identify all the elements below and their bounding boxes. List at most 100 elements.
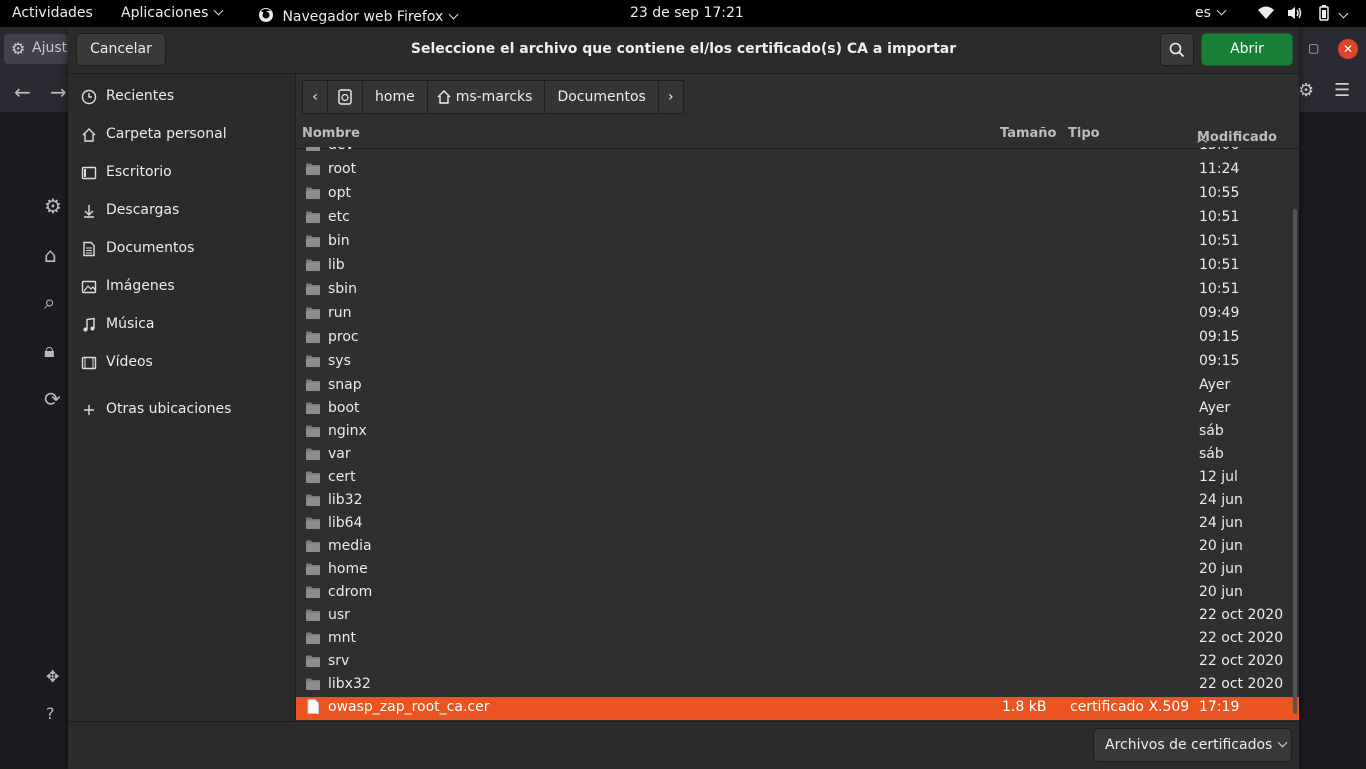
sidebar-item-recent[interactable]: Recientes — [68, 80, 295, 114]
folder-row[interactable]: lib32 24 jun — [296, 490, 1299, 513]
column-name[interactable]: Nombre — [302, 126, 360, 141]
dialog-header: Cancelar Seleccione el archivo que conti… — [68, 27, 1299, 74]
sidebar-item-label: Escritorio — [106, 164, 172, 180]
folder-row[interactable]: bin 10:51 — [296, 231, 1299, 254]
column-size[interactable]: Tamaño — [1000, 126, 1056, 141]
forward-arrow-icon[interactable]: → — [50, 80, 67, 104]
file-filter-label: Archivos de certificados — [1105, 737, 1273, 753]
file-modified: 13:06 — [1199, 147, 1239, 153]
file-row[interactable]: owasp_zap_root_ca.cer 1.8 kB certificado X… — [296, 697, 1299, 720]
folder-row[interactable]: etc 10:51 — [296, 207, 1299, 230]
column-type[interactable]: Tipo — [1068, 126, 1100, 141]
folder-row[interactable]: media 20 jun — [296, 536, 1299, 559]
path-scroll-right-button[interactable]: › — [657, 80, 684, 114]
search-icon — [1169, 42, 1185, 58]
folder-row[interactable]: var sáb — [296, 444, 1299, 467]
folder-row[interactable]: boot Ayer — [296, 398, 1299, 421]
settings-gear-icon[interactable]: ⚙ — [44, 194, 62, 218]
hamburger-menu-icon[interactable]: ☰ — [1334, 80, 1350, 101]
open-button[interactable]: Abrir — [1201, 33, 1293, 66]
desktop-icon — [81, 166, 97, 180]
activities-button[interactable]: Actividades — [12, 5, 93, 21]
home-nav-icon[interactable]: ⌂ — [44, 243, 57, 267]
folder-row[interactable]: run 09:49 — [296, 303, 1299, 326]
folder-row[interactable]: lib64 24 jun — [296, 513, 1299, 536]
path-root-button[interactable] — [327, 80, 363, 114]
file-name: mnt — [328, 630, 356, 646]
system-menu-chevron-icon[interactable] — [1338, 8, 1349, 24]
help-nav-icon[interactable]: ? — [46, 704, 55, 723]
lock-nav-icon[interactable]: 🔒︎ — [44, 338, 55, 362]
folder-icon — [306, 163, 320, 175]
folder-row[interactable]: srv 22 oct 2020 — [296, 651, 1299, 674]
extensions-nav-icon[interactable]: ✥ — [46, 667, 59, 686]
file-modified: 09:15 — [1199, 329, 1240, 345]
path-scroll-left-button[interactable]: ‹ — [302, 80, 328, 114]
file-modified: sáb — [1199, 446, 1224, 462]
folder-row[interactable]: nginx sáb — [296, 421, 1299, 444]
file-name: opt — [328, 185, 351, 201]
clock-icon — [81, 89, 97, 105]
path-segment-documents[interactable]: Documentos — [544, 80, 659, 114]
sidebar-item-videos[interactable]: Vídeos — [68, 346, 295, 380]
file-modified: Ayer — [1199, 377, 1231, 393]
sidebar-item-downloads[interactable]: Descargas — [68, 194, 295, 228]
clock[interactable]: 23 de sep 17:21 — [630, 5, 744, 21]
folder-row[interactable]: usr 22 oct 2020 — [296, 605, 1299, 628]
sidebar-item-label: Documentos — [106, 240, 195, 256]
folder-row[interactable]: snap Ayer — [296, 375, 1299, 398]
path-segment-user[interactable]: ms-marcks — [426, 80, 546, 114]
chevron-left-icon: ‹ — [312, 89, 318, 105]
folder-row[interactable]: libx32 22 oct 2020 — [296, 674, 1299, 697]
folder-row[interactable]: opt 10:55 — [296, 183, 1299, 206]
sidebar-item-music[interactable]: Música — [68, 308, 295, 342]
restore-icon[interactable]: ▢ — [1308, 41, 1319, 55]
sync-nav-icon[interactable]: ⟳ — [44, 387, 61, 411]
language-indicator[interactable]: es — [1195, 5, 1227, 21]
firefox-close-icon[interactable]: ✕ — [1338, 39, 1358, 59]
volume-icon[interactable] — [1287, 6, 1303, 24]
search-button[interactable] — [1160, 33, 1194, 66]
file-name: media — [328, 538, 372, 554]
folder-row[interactable]: home 20 jun — [296, 559, 1299, 582]
file-modified: 10:51 — [1199, 233, 1240, 249]
file-name: nginx — [328, 423, 367, 439]
applications-menu[interactable]: Aplicaciones — [121, 5, 224, 21]
sidebar-item-desktop[interactable]: Escritorio — [68, 156, 295, 190]
sidebar-item-pictures[interactable]: Imágenes — [68, 270, 295, 304]
extension-gear-icon[interactable]: ⚙ — [1298, 80, 1314, 101]
chevron-down-icon — [1277, 737, 1288, 748]
battery-icon[interactable] — [1315, 5, 1333, 25]
folder-row[interactable]: sbin 10:51 — [296, 279, 1299, 302]
folder-icon — [306, 609, 320, 621]
firefox-tab[interactable]: ⚙ Ajust — [4, 34, 68, 64]
file-modified: 10:51 — [1199, 257, 1240, 273]
file-size: 1.8 kB — [1002, 699, 1047, 715]
download-icon — [84, 205, 94, 218]
sidebar-item-documents[interactable]: Documentos — [68, 232, 295, 266]
file-list-scrollbar[interactable] — [1293, 209, 1297, 714]
folder-row[interactable]: lib 10:51 — [296, 255, 1299, 278]
file-modified: 09:49 — [1199, 305, 1240, 321]
drive-icon — [338, 89, 352, 105]
wifi-icon[interactable] — [1258, 6, 1274, 24]
app-menu[interactable]: Navegador web Firefox — [258, 5, 459, 25]
file-filter-dropdown[interactable]: Archivos de certificados — [1093, 728, 1292, 762]
path-bar: ‹ home ms-marcks Documentos › — [302, 80, 684, 114]
sidebar-item-other-locations[interactable]: Otras ubicaciones — [68, 393, 295, 427]
folder-row[interactable]: mnt 22 oct 2020 — [296, 628, 1299, 651]
folder-row[interactable]: sys 09:15 — [296, 351, 1299, 374]
folder-row[interactable]: dev 13:06 — [296, 147, 1299, 158]
folder-row[interactable]: root 11:24 — [296, 159, 1299, 182]
back-arrow-icon[interactable]: ← — [14, 80, 31, 104]
search-nav-icon[interactable]: ⌕ — [44, 290, 55, 314]
sidebar-item-home[interactable]: Carpeta personal — [68, 118, 295, 152]
file-modified: 24 jun — [1199, 492, 1243, 508]
file-modified: sáb — [1199, 423, 1224, 439]
folder-row[interactable]: proc 09:15 — [296, 327, 1299, 350]
folder-row[interactable]: cert 12 jul — [296, 467, 1299, 490]
file-name: usr — [328, 607, 350, 623]
folder-row[interactable]: cdrom 20 jun — [296, 582, 1299, 605]
path-segment-home[interactable]: home — [362, 80, 428, 114]
folder-icon — [306, 678, 320, 690]
